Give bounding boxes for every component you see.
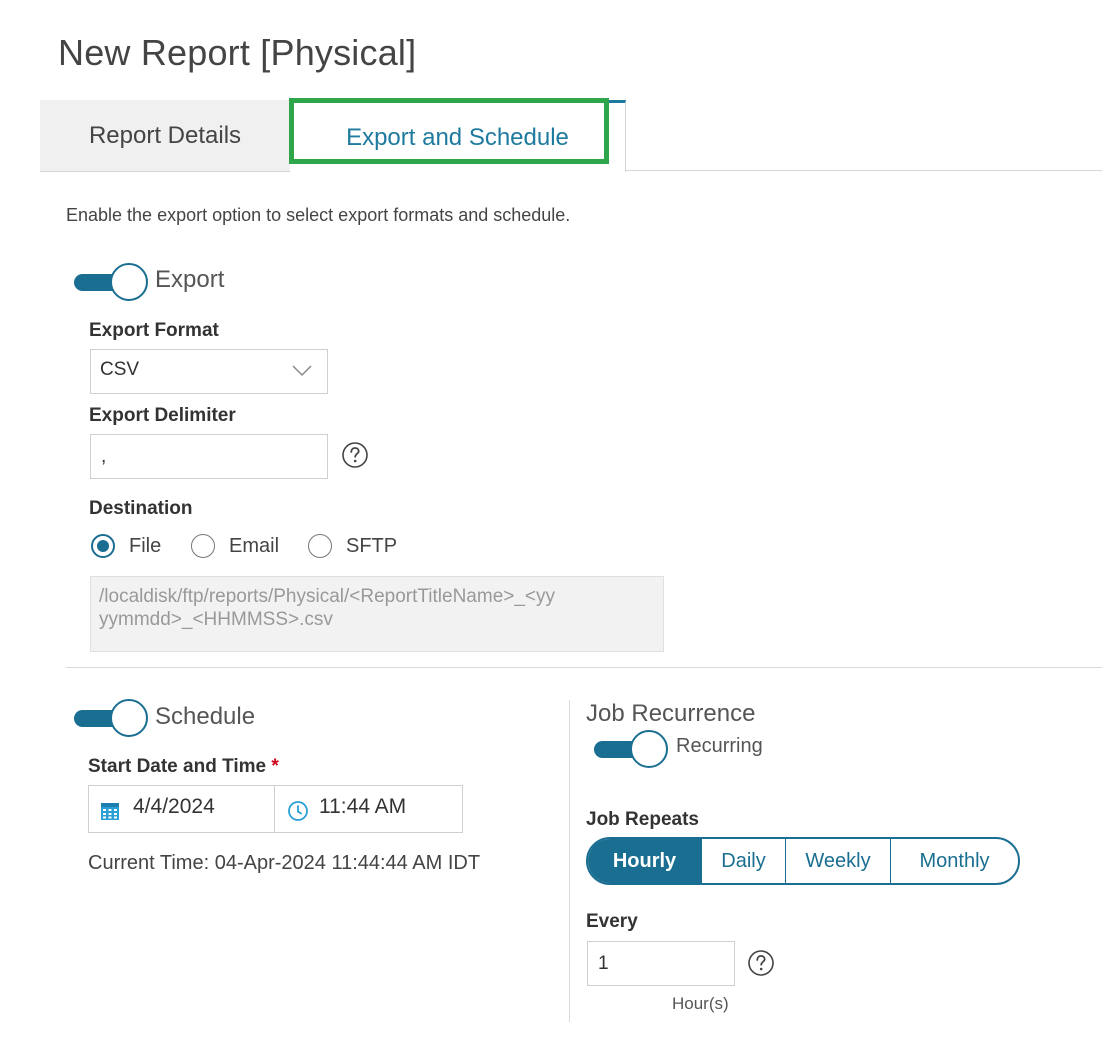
- column-divider: [569, 700, 570, 1022]
- destination-option-sftp[interactable]: SFTP: [308, 533, 397, 559]
- export-format-label: Export Format: [89, 320, 219, 341]
- tabs-bar: Report Details Export and Schedule: [40, 98, 1102, 172]
- start-date-time-text: Start Date and Time: [88, 756, 267, 777]
- tab-export-and-schedule[interactable]: Export and Schedule: [289, 98, 626, 172]
- every-label: Every: [586, 911, 638, 932]
- repeat-option-monthly[interactable]: Monthly: [891, 839, 1018, 883]
- help-icon[interactable]: [747, 949, 775, 977]
- clock-icon: [288, 801, 308, 821]
- required-marker: *: [271, 756, 279, 777]
- tab-label: Report Details: [88, 121, 242, 149]
- recurring-toggle-label: Recurring: [676, 735, 763, 757]
- job-recurrence-title: Job Recurrence: [586, 700, 756, 727]
- tabs-baseline: [626, 170, 1102, 171]
- start-date-time-picker: 4/4/2024 11:44 AM: [88, 785, 463, 833]
- intro-text: Enable the export option to select expor…: [66, 205, 571, 225]
- radio-label: Email: [229, 534, 280, 557]
- start-time-value: 11:44 AM: [319, 795, 407, 818]
- schedule-toggle[interactable]: [74, 698, 150, 738]
- start-date-time-label: Start Date and Time *: [88, 756, 279, 778]
- job-repeats-label: Job Repeats: [586, 809, 699, 830]
- export-toggle-label: Export: [155, 266, 225, 293]
- destination-path-line: /localdisk/ftp/reports/Physical/<ReportT…: [99, 586, 556, 607]
- recurring-toggle[interactable]: [594, 729, 670, 769]
- destination-path-field: /localdisk/ftp/reports/Physical/<ReportT…: [90, 576, 664, 652]
- job-repeats-segmented-control: Hourly Daily Weekly Monthly: [586, 837, 1020, 885]
- schedule-toggle-label: Schedule: [155, 703, 256, 730]
- chevron-down-icon: [292, 365, 312, 377]
- export-toggle[interactable]: [74, 262, 150, 302]
- start-time-field[interactable]: 11:44 AM: [275, 786, 462, 832]
- every-unit-label: Hour(s): [672, 994, 729, 1013]
- export-delimiter-label: Export Delimiter: [89, 405, 236, 426]
- section-divider: [66, 667, 1102, 668]
- every-input[interactable]: [587, 941, 735, 986]
- start-date-field[interactable]: 4/4/2024: [89, 786, 275, 832]
- radio-button: [191, 534, 215, 558]
- tab-report-details[interactable]: Report Details: [40, 100, 290, 172]
- destination-option-file[interactable]: File: [91, 533, 161, 559]
- calendar-icon: [101, 803, 119, 820]
- radio-button: [91, 534, 115, 558]
- radio-label: File: [129, 534, 162, 557]
- export-format-value: CSV: [100, 359, 140, 380]
- toggle-knob: [110, 699, 148, 737]
- destination-path-line: yymmdd>_<HHMMSS>.csv: [99, 609, 333, 630]
- help-icon[interactable]: [341, 441, 369, 469]
- page-title: New Report [Physical]: [58, 32, 417, 73]
- toggle-knob: [630, 730, 668, 768]
- repeat-option-weekly[interactable]: Weekly: [786, 839, 891, 883]
- destination-label: Destination: [89, 498, 193, 519]
- destination-option-email[interactable]: Email: [191, 533, 279, 559]
- repeat-option-hourly[interactable]: Hourly: [588, 839, 702, 883]
- tab-label: Export and Schedule: [346, 123, 569, 151]
- start-date-value: 4/4/2024: [133, 795, 215, 818]
- export-format-select[interactable]: CSV: [90, 349, 328, 394]
- radio-label: SFTP: [346, 534, 398, 557]
- current-time-text: Current Time: 04-Apr-2024 11:44:44 AM ID…: [88, 852, 481, 874]
- export-delimiter-input[interactable]: [90, 434, 328, 479]
- toggle-knob: [110, 263, 148, 301]
- repeat-option-daily[interactable]: Daily: [702, 839, 786, 883]
- radio-button: [308, 534, 332, 558]
